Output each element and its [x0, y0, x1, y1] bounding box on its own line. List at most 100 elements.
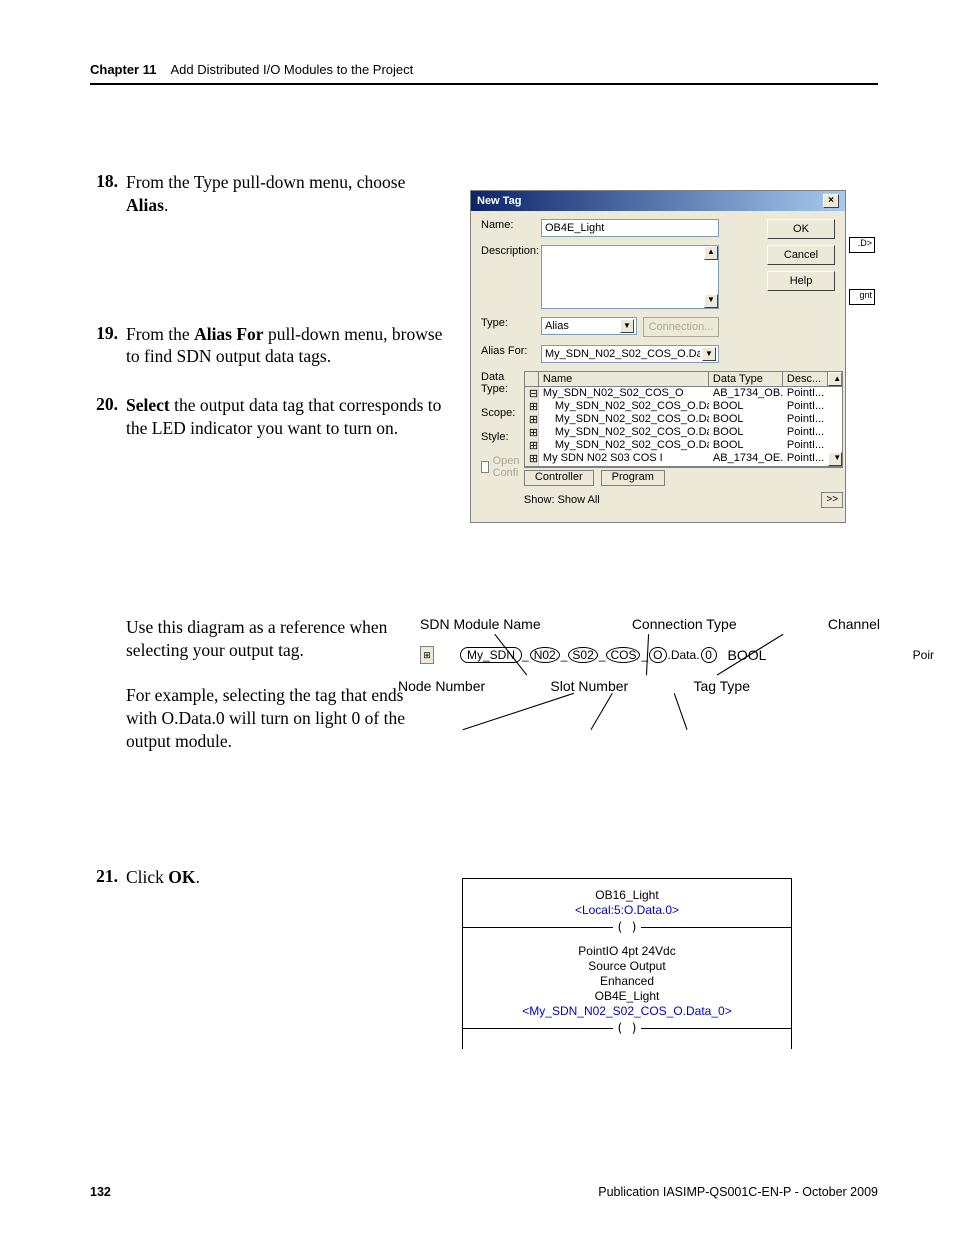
step-21-bold: OK: [168, 867, 195, 887]
datatype-label: Data Type:: [481, 371, 524, 395]
tag-part-sdn: My_SDN: [460, 647, 522, 663]
step-19-text-a: From the: [126, 324, 194, 344]
scroll-down-icon[interactable]: ▼: [828, 452, 842, 466]
step-21-number: 21.: [96, 866, 118, 886]
diag-label-slot: Slot Number: [550, 678, 628, 694]
row-name[interactable]: My_SDN_N02_S02_COS_O.Data_1: [539, 413, 709, 426]
page-header: Chapter 11 Add Distributed I/O Modules t…: [90, 62, 878, 85]
step-18-number: 18.: [96, 171, 118, 191]
row-dt: BOOL: [709, 439, 783, 452]
row-name[interactable]: My SDN N02 S03 COS I: [539, 452, 709, 466]
step-21-text-a: Click: [126, 867, 168, 887]
tag-part-conn: COS: [606, 647, 640, 663]
page-number: 132: [90, 1185, 111, 1199]
name-label: Name:: [481, 219, 541, 231]
type-select[interactable]: Alias ▼: [541, 317, 637, 335]
scope-label: Scope:: [481, 407, 524, 419]
scroll-up-icon[interactable]: ▲: [828, 372, 842, 386]
step-20-bold: Select: [126, 395, 170, 415]
openconfig-checkbox[interactable]: [481, 461, 489, 473]
name-input[interactable]: [541, 219, 719, 237]
side-annotation-2: gnt: [849, 289, 875, 305]
side-annotation-1: .D>: [849, 237, 875, 253]
type-label: Type:: [481, 317, 541, 329]
ladder-figure: OB16_Light <Local:5:O.Data.0> ( ) PointI…: [462, 878, 792, 1049]
row-dt: AB_1734_OE...: [709, 452, 783, 466]
chapter-title: Add Distributed I/O Modules to the Proje…: [170, 62, 413, 77]
step-18-text-b: .: [164, 195, 168, 215]
expand-button[interactable]: >>: [821, 492, 843, 508]
diag-label-tagtype: Tag Type: [693, 678, 750, 694]
help-button[interactable]: Help: [767, 271, 835, 291]
diag-label-node: Node Number: [398, 678, 485, 694]
row-dt: BOOL: [709, 413, 783, 426]
step-21-text-b: .: [196, 867, 200, 887]
row-desc: PointI...: [783, 413, 842, 426]
program-tab[interactable]: Program: [601, 470, 665, 486]
close-icon[interactable]: ×: [823, 194, 839, 208]
chevron-down-icon: ▼: [702, 347, 716, 361]
ladder-tag-alias-2: <My_SDN_N02_S02_COS_O.Data_0>: [463, 1004, 791, 1019]
row-desc: PointI...: [783, 387, 842, 400]
ladder-desc-3: Enhanced: [463, 974, 791, 989]
tag-part-type: O: [649, 647, 666, 663]
row-desc: PointI...: [783, 426, 842, 439]
row-name[interactable]: My_SDN_N02_S02_COS_O.Data_2: [539, 426, 709, 439]
mid-paragraph-2: For example, selecting the tag that ends…: [126, 684, 420, 752]
ladder-tag-alias-1: <Local:5:O.Data.0>: [463, 903, 791, 918]
tag-poir-label: Poir: [913, 648, 934, 662]
row-name[interactable]: My_SDN_N02_S02_COS_O: [539, 387, 709, 400]
connection-button: Connection...: [643, 317, 719, 337]
type-value: Alias: [545, 320, 618, 332]
step-21: 21. Click OK.: [90, 866, 200, 889]
scroll-up-icon[interactable]: ▲: [704, 246, 718, 260]
row-desc: PointI...: [783, 452, 828, 466]
tag-browser-grid[interactable]: Name Data Type Desc... ▲ ⊟My_SDN_N02_S02…: [524, 371, 843, 468]
cancel-button[interactable]: Cancel: [767, 245, 835, 265]
tag-bool-label: BOOL: [728, 647, 767, 663]
tag-part-data: Data: [671, 648, 696, 662]
dialog-titlebar: New Tag ×: [471, 191, 845, 211]
step-20-text-b: the output data tag that corresponds to …: [126, 395, 441, 438]
row-desc: PointI...: [783, 439, 842, 452]
show-label: Show: Show All: [524, 494, 600, 506]
col-desc: Desc...: [783, 372, 828, 386]
chapter-label: Chapter 11: [90, 62, 156, 77]
row-name[interactable]: My_SDN_N02_S02_COS_O.Data_3: [539, 439, 709, 452]
ladder-contact-1: ( ): [613, 920, 641, 934]
row-name[interactable]: My_SDN_N02_S02_COS_O.Data_0: [539, 400, 709, 413]
ladder-desc-1: PointIO 4pt 24Vdc: [463, 944, 791, 959]
col-name: Name: [539, 372, 709, 386]
page-footer: 132 Publication IASIMP-QS001C-EN-P - Oct…: [90, 1185, 878, 1199]
new-tag-dialog-figure: New Tag × .D> gnt OK Cancel Help Name: D…: [470, 190, 846, 523]
aliasfor-select[interactable]: My_SDN_N02_S02_COS_O.Data_ ▼: [541, 345, 719, 363]
step-20: 20. Select the output data tag that corr…: [90, 394, 446, 440]
publication-id: Publication IASIMP-QS001C-EN-P - October…: [598, 1185, 878, 1199]
row-dt: BOOL: [709, 400, 783, 413]
row-desc: PointI...: [783, 400, 842, 413]
style-label: Style:: [481, 431, 524, 443]
tag-part-channel: 0: [701, 647, 717, 663]
step-19: 19. From the Alias For pull-down menu, b…: [90, 323, 446, 369]
openconfig-label: Open Confi: [493, 455, 524, 479]
step-20-number: 20.: [96, 394, 118, 414]
diag-label-conn: Connection Type: [632, 616, 737, 632]
ladder-tag-name-1: OB16_Light: [463, 888, 791, 903]
aliasfor-label: Alias For:: [481, 345, 541, 357]
row-dt: BOOL: [709, 426, 783, 439]
step-18: 18. From the Type pull-down menu, choose…: [90, 171, 446, 217]
expand-icon[interactable]: ⊞: [420, 646, 434, 664]
ladder-contact-2: ( ): [613, 1021, 641, 1035]
ok-button[interactable]: OK: [767, 219, 835, 239]
controller-tab[interactable]: Controller: [524, 470, 594, 486]
tag-example: My_SDN_N02_S02_COS_O.Data.0: [460, 647, 718, 663]
ladder-desc-2: Source Output: [463, 959, 791, 974]
step-18-bold: Alias: [126, 195, 164, 215]
step-18-text-a: From the Type pull-down menu, choose: [126, 172, 405, 192]
description-textarea[interactable]: [541, 245, 719, 309]
scroll-down-icon[interactable]: ▼: [704, 294, 718, 308]
aliasfor-value: My_SDN_N02_S02_COS_O.Data_: [545, 348, 700, 360]
chevron-down-icon: ▼: [620, 319, 634, 333]
diag-label-channel: Channel: [828, 616, 880, 632]
diag-label-sdn: SDN Module Name: [420, 616, 541, 632]
